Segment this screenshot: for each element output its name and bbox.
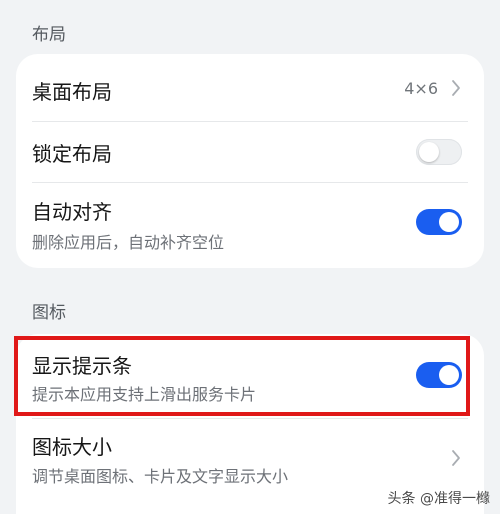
toggle-knob (439, 212, 459, 232)
section-title-icon: 图标 (32, 303, 66, 323)
show-hint-bar-toggle[interactable] (416, 362, 462, 388)
lock-layout-toggle[interactable] (416, 139, 462, 165)
icon-size-label: 图标大小 (32, 435, 112, 459)
desktop-layout-value: 4×6 (404, 79, 438, 98)
desktop-layout-row[interactable]: 桌面布局 4×6 (16, 54, 484, 122)
desktop-layout-label: 桌面布局 (32, 80, 112, 104)
chevron-right-icon (452, 80, 460, 96)
show-hint-bar-label: 显示提示条 (32, 354, 132, 378)
icon-card: 显示提示条 提示本应用支持上滑出服务卡片 图标大小 调节桌面图标、卡片及文字显示… (16, 334, 484, 514)
toggle-knob (439, 365, 459, 385)
show-hint-bar-row[interactable]: 显示提示条 提示本应用支持上滑出服务卡片 (16, 334, 484, 416)
auto-align-row[interactable]: 自动对齐 删除应用后，自动补齐空位 (16, 183, 484, 268)
layout-card: 桌面布局 4×6 锁定布局 自动对齐 删除应用后，自动补齐空位 (16, 54, 484, 268)
icon-size-description: 调节桌面图标、卡片及文字显示大小 (32, 467, 289, 486)
toggle-knob (419, 142, 439, 162)
lock-layout-row[interactable]: 锁定布局 (16, 122, 484, 182)
auto-align-toggle[interactable] (416, 209, 462, 235)
show-hint-bar-description: 提示本应用支持上滑出服务卡片 (32, 385, 257, 404)
section-title-layout: 布局 (32, 25, 66, 45)
lock-layout-label: 锁定布局 (32, 142, 112, 166)
auto-align-description: 删除应用后，自动补齐空位 (32, 233, 225, 252)
chevron-right-icon (452, 450, 460, 466)
watermark: 头条 @准得一橼 (387, 491, 490, 507)
auto-align-label: 自动对齐 (32, 200, 112, 224)
